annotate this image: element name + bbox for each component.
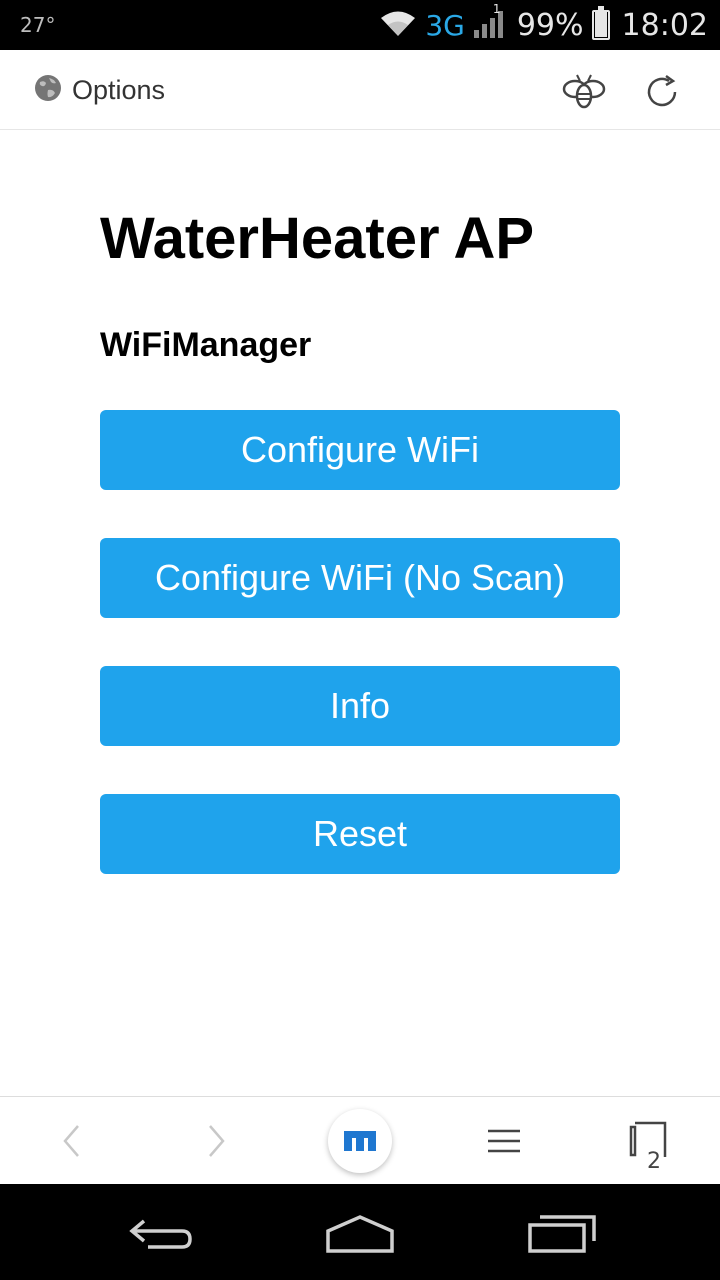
info-button[interactable]: Info <box>100 666 620 746</box>
battery-percent: 99% <box>516 7 584 43</box>
forward-icon[interactable] <box>196 1097 236 1185</box>
options-label: Options <box>72 74 166 105</box>
wifi-icon <box>379 9 417 41</box>
bee-icon[interactable] <box>562 70 606 114</box>
tabs-button[interactable]: 2 <box>622 1097 672 1185</box>
system-nav-bar <box>0 1184 720 1280</box>
system-back-icon[interactable] <box>120 1208 200 1258</box>
signal-icon: 1 <box>473 2 509 42</box>
back-icon[interactable] <box>52 1097 92 1185</box>
tab-count: 2 <box>647 1149 661 1174</box>
clock: 18:02 <box>621 7 708 43</box>
browser-bottom-nav: 2 <box>0 1096 720 1184</box>
system-recents-icon[interactable] <box>522 1208 602 1258</box>
menu-icon[interactable] <box>482 1097 526 1185</box>
temperature-text: 27° <box>20 13 56 37</box>
home-icon <box>328 1109 392 1173</box>
battery-level <box>594 11 607 37</box>
page-title: WaterHeater AP <box>100 206 535 271</box>
browser-toolbar: Options <box>0 50 720 130</box>
system-home-icon[interactable] <box>320 1208 400 1258</box>
status-bar: 27° 3G 1 99% 18:02 <box>0 0 720 50</box>
status-indicators: 3G 1 99% 18:02 <box>379 0 708 50</box>
globe-icon <box>34 74 62 107</box>
configure-wifi-no-scan-button[interactable]: Configure WiFi (No Scan) <box>100 538 620 618</box>
configure-wifi-button[interactable]: Configure WiFi <box>100 410 620 490</box>
home-button[interactable] <box>324 1097 396 1185</box>
sim-slot-number: 1 <box>492 2 501 16</box>
battery-icon <box>591 6 610 40</box>
reset-button[interactable]: Reset <box>100 794 620 874</box>
page-subtitle: WiFiManager <box>100 326 312 364</box>
options-button[interactable]: Options <box>34 50 165 130</box>
network-type: 3G <box>425 8 465 42</box>
tabs-icon: 2 <box>625 1119 669 1174</box>
refresh-icon[interactable] <box>640 70 684 114</box>
